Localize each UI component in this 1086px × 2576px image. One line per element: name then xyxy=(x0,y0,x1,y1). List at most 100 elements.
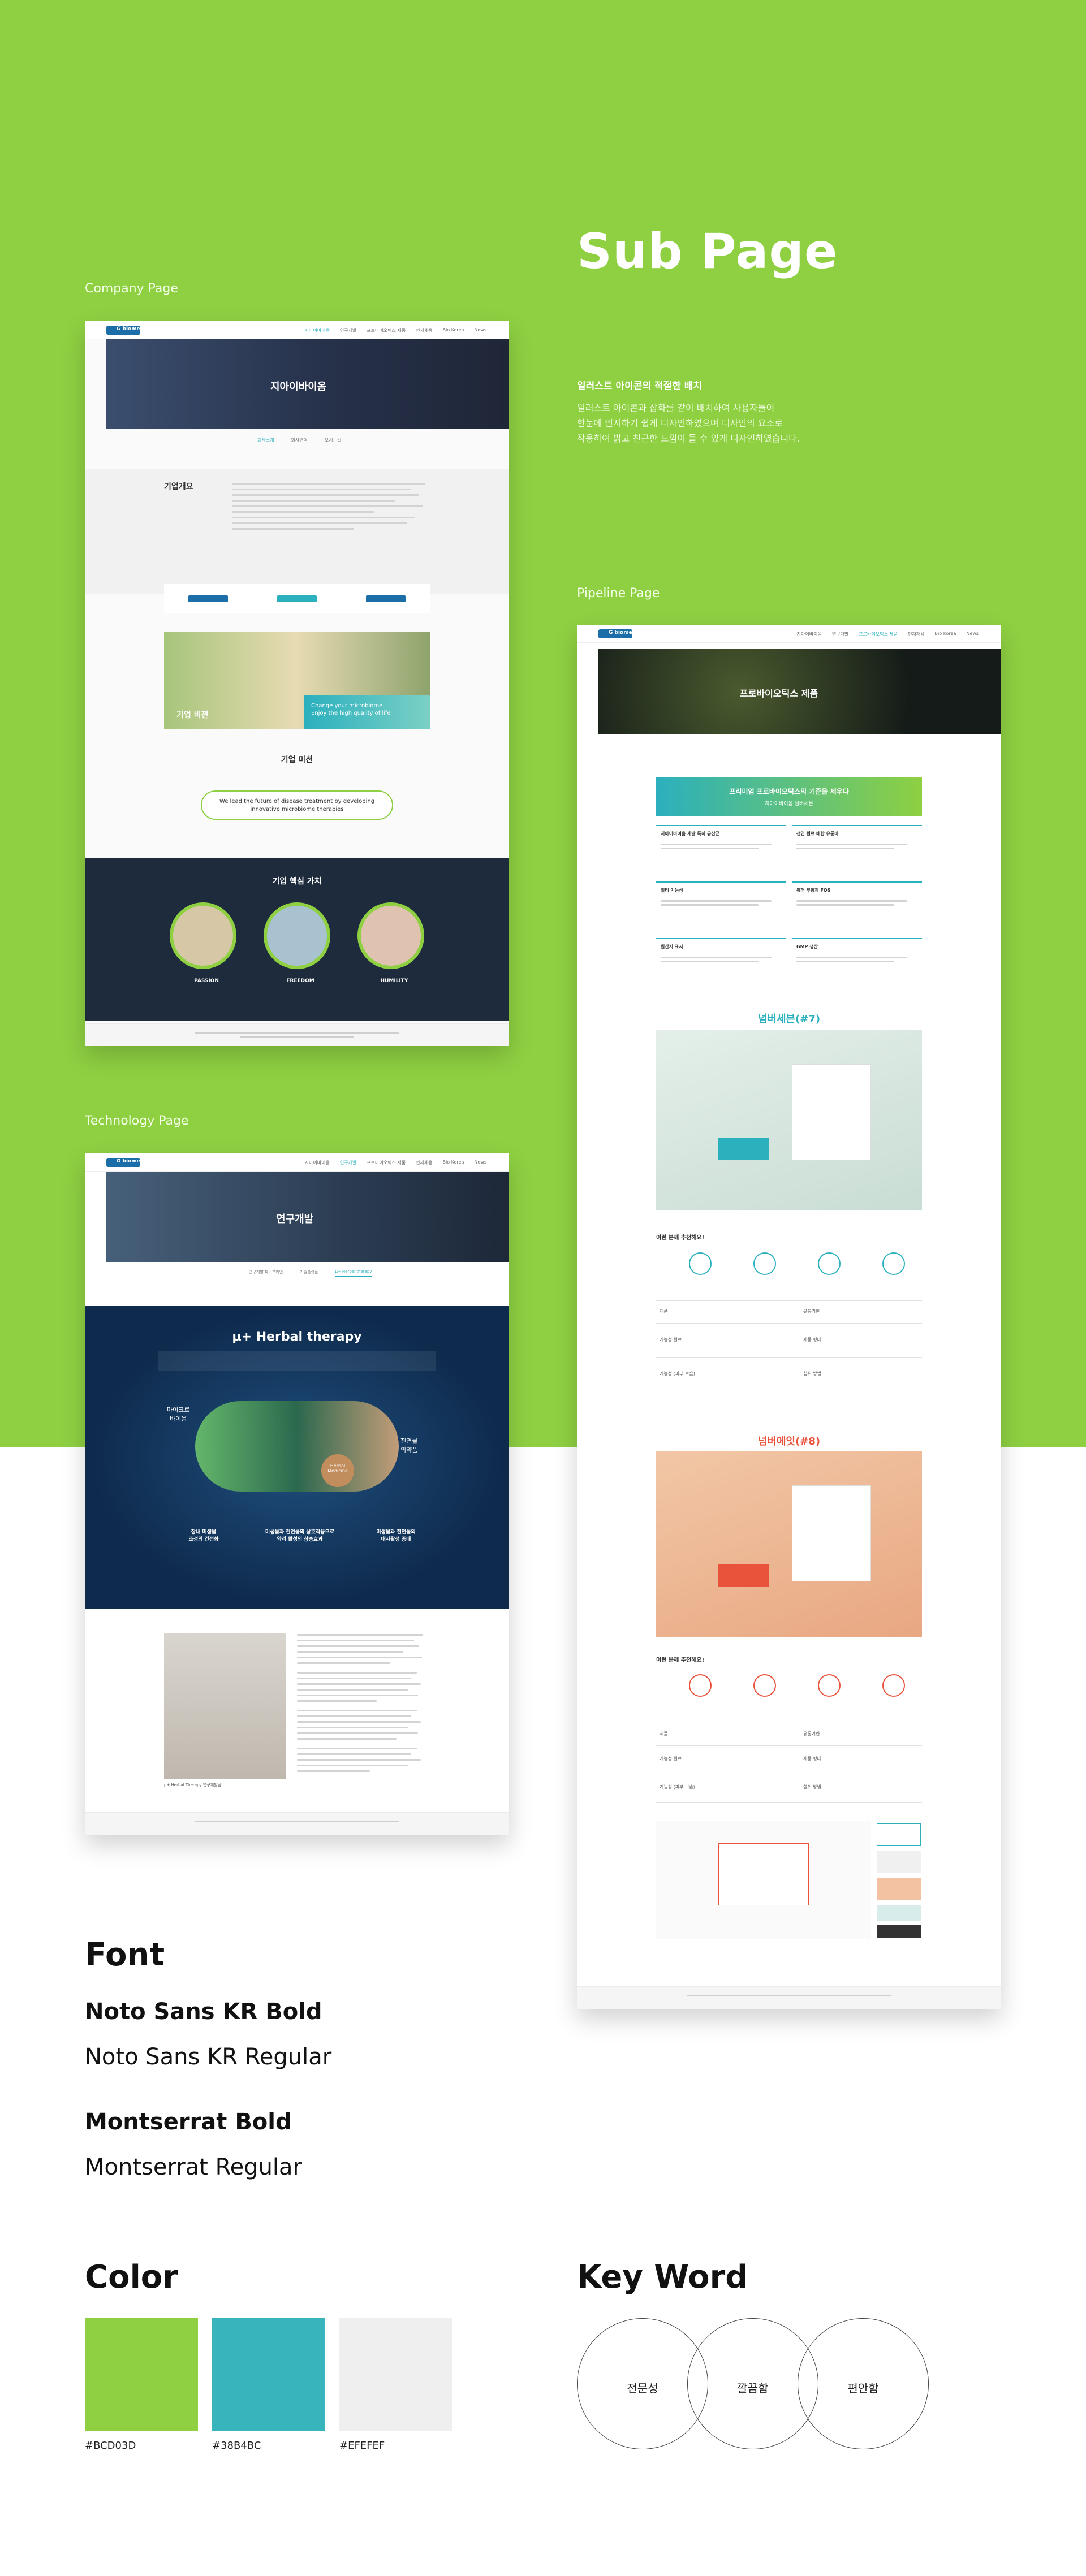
nav-item[interactable]: 인재채용 xyxy=(416,1160,432,1166)
hero-banner: 지아이바이옴 xyxy=(106,339,509,429)
tab[interactable]: 회사소개 xyxy=(257,437,274,446)
gallery-thumb[interactable] xyxy=(877,1851,921,1873)
font-heading: Font xyxy=(85,1937,165,1973)
nav-items: 지아이바이옴 연구개발 프로바이오틱스 제품 인재채용 Bio Korea Ne… xyxy=(797,631,979,637)
recommend-icon xyxy=(818,1252,841,1275)
nav-item[interactable]: 지아이바이옴 xyxy=(305,1160,330,1166)
value-label: PASSION xyxy=(194,978,219,984)
tab[interactable]: 기술플랫폼 xyxy=(300,1269,318,1277)
description-line-3: 작용하여 밝고 친근한 느낌이 들 수 있게 디자인하였습니다. xyxy=(577,433,800,444)
gallery-thumb[interactable] xyxy=(877,1823,921,1846)
mission-title: 기업 미션 xyxy=(281,755,313,764)
nav-item[interactable]: Bio Korea xyxy=(443,327,464,334)
nav-item[interactable]: 연구개발 xyxy=(832,631,848,637)
mission-statement: We lead the future of disease treatment … xyxy=(201,790,393,820)
color-label: #EFEFEF xyxy=(339,2440,385,2452)
therapy-point: 장내 미생물 조성의 건전화 xyxy=(188,1529,219,1542)
product-box xyxy=(718,1843,809,1905)
therapy-title: μ+ Herbal therapy xyxy=(232,1330,362,1344)
partner-logo xyxy=(365,595,406,602)
technology-page-label: Technology Page xyxy=(85,1114,189,1128)
logo-text: G biome xyxy=(117,326,140,332)
nav-item[interactable]: 프로바이오틱스 제품 xyxy=(367,327,406,334)
keyword-heading: Key Word xyxy=(577,2259,748,2296)
product2-image xyxy=(656,1451,922,1637)
font-sample: Noto Sans KR Bold xyxy=(85,1999,322,2025)
product1-title: 넘버세븐(#7) xyxy=(757,1013,821,1025)
tab[interactable]: μ+ Herbal therapy xyxy=(335,1269,372,1277)
nav-item[interactable]: 인재채용 xyxy=(416,327,432,334)
mock-navbar: G biome 지아이바이옴 연구개발 프로바이오틱스 제품 인재채용 Bio … xyxy=(85,1153,509,1172)
page-title: Sub Page xyxy=(577,223,838,280)
company-page-mock: G biome 지아이바이옴 연구개발 프로바이오틱스 제품 인재채용 Bio … xyxy=(85,321,509,1046)
font-sample: Montserrat Bold xyxy=(85,2109,292,2135)
nav-item[interactable]: Bio Korea xyxy=(443,1160,464,1166)
research-text xyxy=(297,1634,430,1776)
spec-table-2: 제품 기능성 원료 기능성 (피부 보습) 유통기한 제품 형태 섭취 방법 xyxy=(656,1723,922,1813)
nav-item[interactable]: 프로바이오틱스 제품 xyxy=(859,631,898,637)
recommend-icon xyxy=(689,1674,712,1697)
color-label: #38B4BC xyxy=(212,2440,261,2452)
herbal-therapy-section: μ+ Herbal therapy 마이크로 바이옴 천연물 의약품 Herba… xyxy=(85,1306,509,1609)
gallery-thumb[interactable] xyxy=(877,1878,921,1900)
product-box xyxy=(792,1064,871,1160)
color-swatch xyxy=(212,2318,325,2431)
nav-item[interactable]: News xyxy=(474,1160,486,1166)
vision-title: 기업 비전 xyxy=(176,711,209,720)
hero-title: 연구개발 xyxy=(276,1213,314,1225)
mock-footer xyxy=(85,1023,509,1046)
photo-caption: μ+ Herbal Therapy 연구개발팀 xyxy=(164,1783,222,1787)
logo-text: G biome xyxy=(117,1159,140,1164)
mock-footer xyxy=(577,1986,1001,2009)
nav-item[interactable]: Bio Korea xyxy=(935,631,956,637)
partner-logos xyxy=(164,584,430,613)
recommend-icon xyxy=(689,1252,712,1275)
hero-banner: 프로바이오틱스 제품 xyxy=(598,649,1001,734)
mock-navbar: G biome 지아이바이옴 연구개발 프로바이오틱스 제품 인재채용 Bio … xyxy=(577,625,1001,643)
logo-text: G biome xyxy=(609,630,632,636)
description-line-2: 한눈에 인지하기 쉽게 디자인하였으며 디자인의 요소로 xyxy=(577,418,783,429)
recommend-title: 이런 분께 추천해요! xyxy=(656,1657,705,1663)
nav-item[interactable]: 프로바이오틱스 제품 xyxy=(367,1160,406,1166)
nav-item[interactable]: 인재채용 xyxy=(908,631,924,637)
gallery-thumb[interactable] xyxy=(877,1905,921,1921)
mock-navbar: G biome 지아이바이옴 연구개발 프로바이오틱스 제품 인재채용 Bio … xyxy=(85,321,509,339)
pipeline-page-mock: G biome 지아이바이옴 연구개발 프로바이오틱스 제품 인재채용 Bio … xyxy=(577,625,1001,2009)
nav-item[interactable]: 지아이바이옴 xyxy=(797,631,822,637)
sub-tabs: 회사소개 회사연혁 오시는길 xyxy=(257,437,341,446)
tab[interactable]: 오시는길 xyxy=(325,437,341,446)
recommend-title: 이런 분께 추천해요! xyxy=(656,1235,705,1241)
feature-card: GMP 생산 xyxy=(792,938,922,989)
nav-items: 지아이바이옴 연구개발 프로바이오틱스 제품 인재채용 Bio Korea Ne… xyxy=(305,327,486,334)
recommend-icon xyxy=(753,1252,776,1275)
value-label: HUMILITY xyxy=(380,978,408,984)
keyword-label: 깔끔함 xyxy=(737,2381,769,2395)
feature-card: 원산지 표시 xyxy=(656,938,786,989)
pipeline-page-label: Pipeline Page xyxy=(577,586,660,600)
capsule-graphic xyxy=(195,1401,399,1492)
nav-item[interactable]: 지아이바이옴 xyxy=(305,327,330,334)
feature-card: 특허 부형제 FOS xyxy=(792,881,922,932)
nav-item[interactable]: News xyxy=(474,327,486,334)
tab[interactable]: 연구개발 파이프라인 xyxy=(249,1269,283,1277)
value-image xyxy=(357,902,424,969)
therapy-point: 미생물과 천연물의 상호작용으로 약리 활성의 상승효과 xyxy=(265,1529,335,1542)
overview-section: 기업개요 xyxy=(85,469,509,594)
nav-item[interactable]: 연구개발 xyxy=(340,1160,356,1166)
tab[interactable]: 회사연혁 xyxy=(291,437,307,446)
promo-subtitle: 지아이바이옴 넘버세븐 xyxy=(765,801,813,807)
product-box xyxy=(792,1485,871,1581)
color-swatch xyxy=(339,2318,453,2431)
nav-item[interactable]: 연구개발 xyxy=(340,327,356,334)
researcher-photo xyxy=(164,1633,286,1779)
value-image xyxy=(170,902,236,969)
color-heading: Color xyxy=(85,2259,178,2296)
therapy-desc xyxy=(158,1351,436,1371)
feature-card: 지아이바이옴 개발 특허 유산균 xyxy=(656,825,786,876)
nav-item[interactable]: News xyxy=(966,631,979,637)
hero-banner: 연구개발 xyxy=(106,1172,509,1262)
hero-title: 프로바이오틱스 제품 xyxy=(740,688,818,699)
product-sachet xyxy=(718,1564,769,1587)
gallery-more-button[interactable] xyxy=(877,1925,921,1938)
vision-banner: Change your microbiome. Enjoy the high q… xyxy=(164,632,430,729)
